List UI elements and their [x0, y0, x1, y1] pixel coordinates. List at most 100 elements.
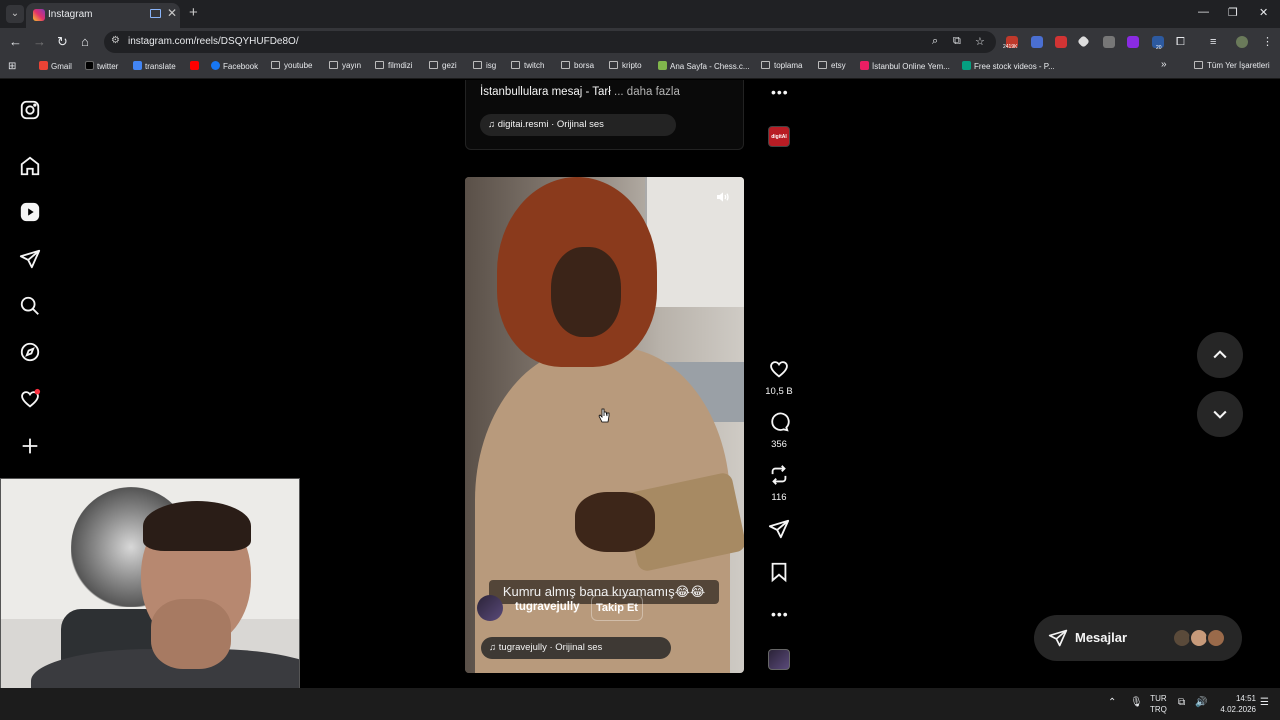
chevron-up-icon [1213, 350, 1227, 359]
reels-icon[interactable] [19, 201, 41, 223]
share-icon [768, 519, 790, 539]
bookmark-folder-twitch[interactable]: twitch [511, 61, 544, 70]
previous-reel[interactable]: İstanbullulara mesaj - Tarł ... daha faz… [465, 80, 744, 150]
back-button[interactable]: ← [9, 34, 22, 50]
minimize-button[interactable]: — [1198, 6, 1209, 18]
all-bookmarks[interactable]: Tüm Yer İşaretleri [1194, 61, 1270, 70]
bookmark-star-icon[interactable]: ☆ [975, 35, 985, 48]
extensions-puzzle-icon[interactable]: ⧠ [1176, 34, 1185, 50]
extension-glasses-icon[interactable] [1103, 36, 1115, 48]
previous-reel-audio-avatar[interactable]: digitAI [768, 126, 790, 147]
bookmark-folder-borsa[interactable]: borsa [561, 61, 594, 70]
webcam-person-hand [151, 599, 231, 669]
clock[interactable]: 14:51 4.02.2026 [1210, 693, 1256, 715]
profile-avatar[interactable] [1236, 36, 1248, 48]
reel-more-options-icon[interactable]: ••• [771, 606, 789, 622]
current-reel-video[interactable]: Kumru almış bana kıyamamış😂😂 tugravejull… [465, 177, 744, 673]
translate-extension-icon[interactable] [1031, 36, 1043, 48]
bookmark-folder-kripto[interactable]: kripto [609, 61, 642, 70]
address-bar[interactable]: ⚙ instagram.com/reels/DSQYHUFDe8O/ ⌕ ⧉ ☆ [104, 31, 996, 53]
volume-tray-icon[interactable]: 🔊 [1195, 697, 1207, 708]
microphone-icon[interactable]: 🎙 [1130, 697, 1143, 708]
folder-icon [761, 61, 770, 69]
extension-twitch-icon[interactable] [1127, 36, 1139, 48]
notification-center-icon[interactable]: ☰ [1260, 697, 1269, 708]
bookmark-twitter[interactable]: twitter [85, 61, 118, 71]
reading-list-icon[interactable]: ≡ [1210, 34, 1216, 50]
music-note-icon: ♫ [488, 119, 498, 130]
save-button[interactable] [764, 561, 794, 588]
notifications-icon[interactable] [19, 388, 41, 410]
chess-icon [658, 61, 667, 70]
bookmark-folder-isg[interactable]: isg [473, 61, 496, 70]
create-icon[interactable] [19, 435, 41, 457]
bookmark-chess[interactable]: Ana Sayfa - Chess.c... [658, 61, 750, 71]
network-icon[interactable]: ⧉ [1178, 697, 1185, 708]
messages-button[interactable]: Mesajlar [1034, 615, 1242, 661]
zoom-icon[interactable]: ⌕ [932, 35, 938, 48]
follow-button[interactable]: Takip Et [591, 595, 643, 621]
restore-button[interactable]: ❐ [1228, 6, 1238, 19]
more-options-icon[interactable]: ••• [771, 84, 789, 100]
bookmark-facebook[interactable]: Facebook [211, 61, 258, 71]
folder-icon [375, 61, 384, 69]
adblock-icon[interactable] [1055, 36, 1067, 48]
previous-reel-button[interactable] [1197, 332, 1243, 378]
bookmark-folder-toplama[interactable]: toplama [761, 61, 802, 70]
bookmark-pexels[interactable]: Free stock videos - P... [962, 61, 1055, 71]
reload-button[interactable]: ↻ [57, 34, 68, 50]
more-link[interactable]: ... daha fazla [614, 86, 680, 98]
language-indicator[interactable]: TUR TRQ [1150, 693, 1167, 715]
extension-badge-2: 20 [1156, 45, 1162, 51]
next-reel-button[interactable] [1197, 391, 1243, 437]
home-button[interactable]: ⌂ [81, 34, 89, 50]
instagram-logo-icon[interactable] [19, 99, 41, 121]
bookmark-folder-yayin[interactable]: yayın [329, 61, 361, 70]
share-button[interactable] [764, 518, 794, 545]
search-icon[interactable] [19, 295, 41, 317]
bookmark-folder-etsy[interactable]: etsy [818, 61, 846, 70]
comment-button[interactable]: 356 [764, 411, 794, 450]
bookmark-folder-filmdizi[interactable]: filmdizi [375, 61, 412, 70]
bookmark-translate[interactable]: translate [133, 61, 176, 71]
volume-icon[interactable] [715, 189, 733, 205]
media-playing-icon[interactable] [150, 9, 161, 18]
new-tab-button[interactable]: + [189, 4, 198, 21]
repost-button[interactable]: 116 [764, 464, 794, 503]
browser-menu-icon[interactable]: ⋮ [1262, 34, 1273, 50]
reel-audio[interactable]: ♫ tugravejully · Orijinal ses [481, 637, 671, 659]
reel-audio-avatar[interactable] [768, 649, 790, 670]
tray-overflow-icon[interactable]: ⌃ [1108, 697, 1116, 708]
author-username[interactable]: tugravejully [515, 601, 580, 613]
browser-toolbar: ← → ↻ ⌂ ⚙ instagram.com/reels/DSQYHUFDe8… [0, 28, 1280, 56]
like-button[interactable]: 10,5 B [764, 358, 794, 397]
bookmarks-bar: ⊞ Gmail twitter translate Facebook youtu… [0, 56, 1280, 79]
bookmark-gmail[interactable]: Gmail [39, 61, 72, 71]
previous-reel-audio[interactable]: ♫ digitai.resmi · Orijinal ses [480, 114, 676, 136]
more-bookmarks-icon[interactable]: » [1161, 59, 1167, 70]
extension-diamond-icon[interactable] [1077, 35, 1090, 48]
windows-taskbar: ⌃ 🎙 TUR TRQ ⧉ 🔊 14:51 4.02.2026 ☰ [0, 688, 1280, 720]
close-window-button[interactable]: ✕ [1259, 6, 1268, 19]
bookmark-yemeksepeti[interactable]: İstanbul Online Yem... [860, 61, 950, 71]
browser-tab-strip: ⌄ Instagram ✕ + — ❐ ✕ [0, 0, 1280, 28]
bookmark-youtube-video[interactable] [190, 61, 202, 71]
site-info-icon[interactable]: ⚙ [111, 35, 120, 46]
install-app-icon[interactable]: ⧉ [953, 35, 961, 48]
explore-icon[interactable] [19, 341, 41, 363]
author-avatar[interactable] [477, 595, 503, 621]
folder-icon [609, 61, 618, 69]
bookmark-folder-youtube[interactable]: youtube [271, 61, 312, 70]
folder-icon [429, 61, 438, 69]
forward-button[interactable]: → [33, 34, 46, 50]
folder-icon [271, 61, 280, 69]
bookmark-folder-gezi[interactable]: gezi [429, 61, 457, 70]
apps-grid-icon[interactable]: ⊞ [8, 61, 16, 72]
close-tab-icon[interactable]: ✕ [167, 6, 177, 20]
browser-tab[interactable]: Instagram ✕ [26, 3, 180, 28]
tab-search-button[interactable]: ⌄ [6, 5, 24, 23]
direct-icon[interactable] [19, 248, 41, 270]
home-icon[interactable] [19, 155, 41, 177]
comment-count: 356 [771, 439, 787, 450]
folder-icon [329, 61, 338, 69]
